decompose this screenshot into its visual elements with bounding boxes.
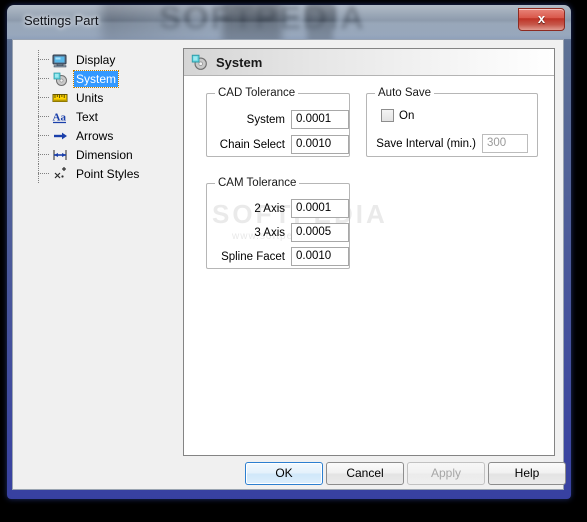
settings-tree[interactable]: Display System Units Aa Text Arrows Dime… <box>36 50 171 190</box>
screen: SOFTPEDIA Settings Part x Display System… <box>0 0 587 522</box>
panel-title: System <box>216 54 263 70</box>
tree-item-label: Point Styles <box>76 166 140 181</box>
system-disc-icon <box>190 53 208 71</box>
panel-header: System <box>184 49 554 76</box>
point-styles-icon <box>52 166 68 182</box>
window-frame: SOFTPEDIA Settings Part x Display System… <box>7 5 571 499</box>
text-aa-icon: Aa <box>52 109 68 125</box>
tree-connector <box>37 69 51 88</box>
field-cad-chain-select: Chain Select 0.0010 <box>213 135 349 154</box>
system-disc-icon <box>52 71 68 87</box>
group-title: CAM Tolerance <box>215 177 300 189</box>
watermark-text: SOFTPEDIA <box>159 5 366 36</box>
window-title: Settings Part <box>24 13 99 28</box>
close-button[interactable]: x <box>518 8 565 31</box>
group-title: Auto Save <box>375 87 435 99</box>
tree-item-display[interactable]: Display <box>36 50 171 69</box>
ruler-icon <box>52 90 68 106</box>
tree-item-units[interactable]: Units <box>36 88 171 107</box>
tree-connector <box>37 126 51 145</box>
field-cam-2axis: 2 Axis 0.0001 <box>213 199 349 218</box>
field-label: Chain Select <box>219 138 285 151</box>
tree-item-dimension[interactable]: Dimension <box>36 145 171 164</box>
apply-button: Apply <box>407 462 485 485</box>
tree-item-label: Arrows <box>76 128 114 143</box>
ok-button[interactable]: OK <box>245 462 323 485</box>
group-auto-save: Auto Save On Save Interval (min.) 300 <box>366 87 538 157</box>
field-label: 2 Axis <box>254 202 285 215</box>
field-cam-spline-facet: Spline Facet 0.0010 <box>213 247 349 266</box>
checkbox-icon <box>381 109 394 122</box>
tree-item-label: System <box>72 69 120 88</box>
tree-connector <box>37 50 51 69</box>
monitor-icon <box>52 52 68 68</box>
tree-item-text[interactable]: Aa Text <box>36 107 171 126</box>
group-cad-tolerance: CAD Tolerance System 0.0001 Chain Select… <box>206 87 350 157</box>
group-title: CAD Tolerance <box>215 87 299 99</box>
cam-3axis-input[interactable]: 0.0005 <box>291 223 349 242</box>
field-label: 3 Axis <box>254 226 285 239</box>
cancel-button[interactable]: Cancel <box>326 462 404 485</box>
help-button[interactable]: Help <box>488 462 566 485</box>
save-interval-input[interactable]: 300 <box>482 134 528 153</box>
watermark-blob-mid <box>222 5 282 39</box>
tree-connector <box>37 145 51 164</box>
cam-2axis-input[interactable]: 0.0001 <box>291 199 349 218</box>
field-label: Save Interval (min.) <box>376 137 476 150</box>
tree-item-point-styles[interactable]: Point Styles <box>36 164 171 183</box>
cam-spline-facet-input[interactable]: 0.0010 <box>291 247 349 266</box>
group-cam-tolerance: CAM Tolerance 2 Axis 0.0001 3 Axis 0.000… <box>206 177 350 269</box>
field-label: Spline Facet <box>221 250 285 263</box>
tree-connector <box>37 164 51 183</box>
tree-item-arrows[interactable]: Arrows <box>36 126 171 145</box>
watermark-blob-right <box>307 5 333 39</box>
svg-text:Aa: Aa <box>53 111 67 123</box>
tree-item-label: Dimension <box>76 147 133 162</box>
close-icon: x <box>537 11 546 26</box>
tree-item-label: Units <box>76 90 104 105</box>
cad-system-input[interactable]: 0.0001 <box>291 110 349 129</box>
tree-item-label: Text <box>76 109 99 124</box>
tree-item-label: Display <box>76 52 116 67</box>
auto-save-on-checkbox[interactable]: On <box>381 109 414 122</box>
field-cam-3axis: 3 Axis 0.0005 <box>213 223 349 242</box>
tree-connector <box>37 88 51 107</box>
tree-connector <box>37 107 51 126</box>
field-label: System <box>246 113 285 126</box>
settings-panel: System SOFTPEDIA www.softpedia.com CAD T… <box>183 48 555 456</box>
watermark-blob-left <box>102 5 222 39</box>
arrow-icon <box>52 128 68 144</box>
dimension-icon <box>52 147 68 163</box>
cad-chain-select-input[interactable]: 0.0010 <box>291 135 349 154</box>
checkbox-label: On <box>399 109 415 122</box>
dialog-client-area: Display System Units Aa Text Arrows Dime… <box>12 39 566 490</box>
field-save-interval: Save Interval (min.) 300 <box>375 134 528 153</box>
tree-item-system[interactable]: System <box>36 69 171 88</box>
field-cad-system: System 0.0001 <box>213 110 349 129</box>
